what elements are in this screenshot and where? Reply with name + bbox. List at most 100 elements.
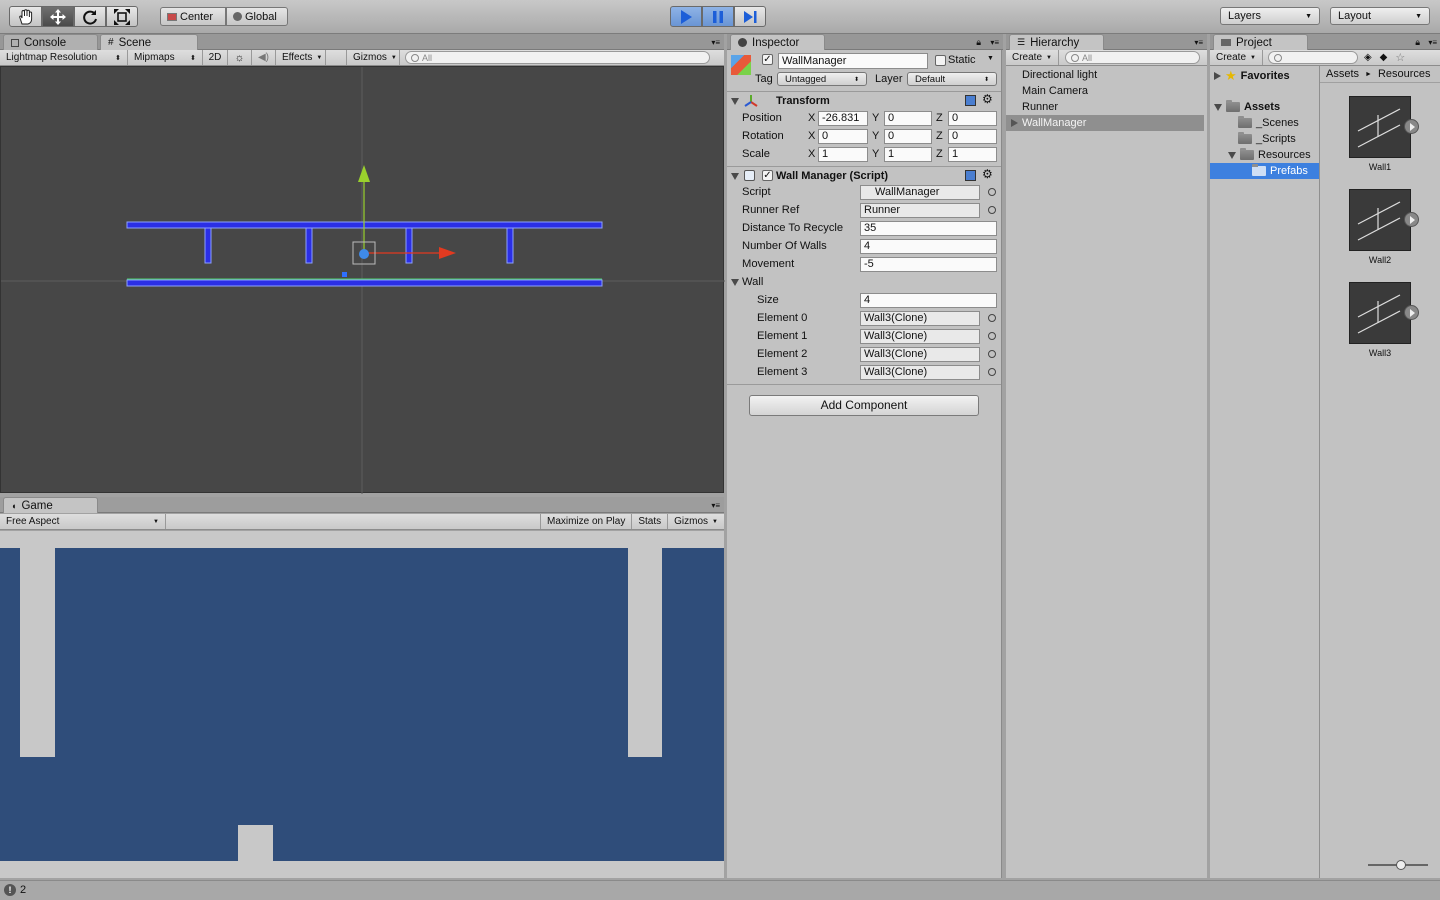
gear-icon[interactable]: ⚙ <box>982 167 993 181</box>
scene-lighting-toggle[interactable]: ☼ <box>228 50 252 65</box>
expand-prefab-icon[interactable] <box>1404 212 1419 227</box>
distance-input[interactable]: 35 <box>860 220 997 236</box>
scale-z-input[interactable]: 1 <box>948 146 997 162</box>
lock-icon[interactable]: 🔒︎ <box>976 37 981 48</box>
pause-button[interactable] <box>702 6 734 27</box>
folder-item-selected[interactable]: Prefabs <box>1210 163 1319 179</box>
position-y-input[interactable]: 0 <box>884 110 932 126</box>
foldout-arrow-icon[interactable] <box>1214 103 1222 111</box>
hierarchy-item[interactable]: Directional light <box>1006 67 1204 83</box>
tab-inspector[interactable]: Inspector <box>730 34 825 50</box>
render-mode-dropdown[interactable]: Mipmaps ⬍ <box>128 50 203 65</box>
element-field[interactable]: Wall3(Clone) <box>860 346 980 362</box>
rotation-y-input[interactable]: 0 <box>884 128 932 144</box>
panel-menu-icon[interactable]: ▾≡ <box>990 38 999 47</box>
object-picker-icon[interactable] <box>988 368 996 376</box>
stats-toggle[interactable]: Stats <box>632 514 669 529</box>
hand-tool-button[interactable] <box>9 6 42 27</box>
gear-icon[interactable]: ⚙ <box>982 92 993 106</box>
tab-hierarchy[interactable]: ☰ Hierarchy <box>1009 34 1104 50</box>
gizmos-dropdown[interactable]: Gizmos ▼ <box>346 50 400 65</box>
size-input[interactable]: 4 <box>860 292 997 308</box>
game-gizmos-dropdown[interactable]: Gizmos ▼ <box>668 514 724 529</box>
hierarchy-item[interactable]: Main Camera <box>1006 83 1204 99</box>
filter-label-icon[interactable]: ◆ <box>1380 52 1388 63</box>
play-button[interactable] <box>670 6 702 27</box>
scene-audio-toggle[interactable]: ◀) <box>252 50 276 65</box>
scale-y-input[interactable]: 1 <box>884 146 932 162</box>
favorites-item[interactable]: ★ Favorites <box>1214 68 1290 84</box>
draw-mode-dropdown[interactable]: Lightmap Resolution ⬍ <box>0 50 128 65</box>
rotate-tool-button[interactable] <box>74 6 106 27</box>
space-mode-button[interactable]: Global <box>226 7 288 26</box>
2d-toggle[interactable]: 2D <box>203 50 228 65</box>
effects-dropdown[interactable]: Effects ▼ <box>276 50 326 65</box>
expand-prefab-icon[interactable] <box>1404 119 1419 134</box>
component-enabled-checkbox[interactable]: ✓ <box>762 170 773 181</box>
num-walls-input[interactable]: 4 <box>860 238 997 254</box>
hierarchy-item-selected[interactable]: WallManager <box>1006 115 1204 131</box>
scale-tool-button[interactable] <box>106 6 138 27</box>
hierarchy-search-input[interactable]: All <box>1064 51 1200 64</box>
runner-ref-field[interactable]: Runner <box>860 202 980 218</box>
status-bar[interactable]: ! 2 <box>0 880 1440 900</box>
add-component-button[interactable]: Add Component <box>749 395 979 416</box>
transform-header[interactable]: Transform ⚙ <box>727 91 1001 109</box>
rotation-x-input[interactable]: 0 <box>818 128 868 144</box>
lock-icon[interactable]: 🔒︎ <box>1415 37 1420 48</box>
project-splitter[interactable] <box>1319 66 1320 878</box>
layer-dropdown[interactable]: Default ⬍ <box>907 72 997 86</box>
project-create-button[interactable]: Create ▼ <box>1210 50 1263 65</box>
filter-type-icon[interactable]: ◈ <box>1364 52 1372 63</box>
game-view[interactable] <box>0 531 724 878</box>
movement-input[interactable]: -5 <box>860 256 997 272</box>
object-picker-icon[interactable] <box>988 332 996 340</box>
panel-menu-icon[interactable]: ▾≡ <box>711 501 720 510</box>
move-tool-button[interactable] <box>42 6 74 27</box>
scene-search-input[interactable]: All <box>405 51 710 64</box>
help-icon[interactable] <box>965 95 976 106</box>
hierarchy-create-button[interactable]: Create ▼ <box>1006 50 1059 65</box>
expand-arrow-icon[interactable] <box>1011 119 1018 127</box>
static-dropdown-icon[interactable]: ▼ <box>987 55 994 62</box>
tab-scene[interactable]: # Scene <box>100 34 198 50</box>
scene-canvas[interactable] <box>1 67 725 494</box>
wall-array-row[interactable]: Wall <box>727 273 1001 291</box>
expand-prefab-icon[interactable] <box>1404 305 1419 320</box>
element-field[interactable]: Wall3(Clone) <box>860 328 980 344</box>
breadcrumb-item[interactable]: Resources <box>1378 68 1431 80</box>
object-picker-icon[interactable] <box>988 314 996 322</box>
folder-item[interactable]: _Scripts <box>1238 131 1296 147</box>
aspect-dropdown[interactable]: Free Aspect ▼ <box>0 514 166 529</box>
prefab-thumbnail[interactable] <box>1349 189 1411 251</box>
breadcrumb-item[interactable]: Assets <box>1326 68 1359 80</box>
hierarchy-item[interactable]: Runner <box>1006 99 1204 115</box>
static-checkbox[interactable] <box>935 55 946 66</box>
foldout-arrow-icon[interactable] <box>1228 151 1236 159</box>
layout-dropdown[interactable]: Layout ▼ <box>1330 7 1430 25</box>
element-field[interactable]: Wall3(Clone) <box>860 310 980 326</box>
object-picker-icon[interactable] <box>988 206 996 214</box>
panel-menu-icon[interactable]: ▾≡ <box>711 38 720 47</box>
panel-menu-icon[interactable]: ▾≡ <box>1194 38 1203 47</box>
assets-folder[interactable]: Assets <box>1214 99 1280 115</box>
scene-view[interactable] <box>0 66 725 494</box>
position-x-input[interactable]: -26.831 <box>818 110 868 126</box>
step-button[interactable] <box>734 6 766 27</box>
script-field[interactable]: WallManager <box>860 184 980 200</box>
tab-console[interactable]: Console <box>3 34 98 50</box>
tag-dropdown[interactable]: Untagged ⬍ <box>777 72 867 86</box>
tab-game[interactable]: ◖ Game <box>3 497 98 513</box>
panel-menu-icon[interactable]: ▾≡ <box>1428 38 1437 47</box>
pivot-mode-button[interactable]: Center <box>160 7 226 26</box>
tab-project[interactable]: Project <box>1213 34 1308 50</box>
favorite-star-icon[interactable]: ☆ <box>1395 51 1405 64</box>
zoom-slider-thumb[interactable] <box>1396 860 1406 870</box>
folder-item[interactable]: _Scenes <box>1238 115 1299 131</box>
folder-item[interactable]: Resources <box>1228 147 1311 163</box>
position-z-input[interactable]: 0 <box>948 110 997 126</box>
prefab-thumbnail[interactable] <box>1349 96 1411 158</box>
scale-x-input[interactable]: 1 <box>818 146 868 162</box>
help-icon[interactable] <box>965 170 976 181</box>
maximize-on-play-toggle[interactable]: Maximize on Play <box>539 514 633 529</box>
